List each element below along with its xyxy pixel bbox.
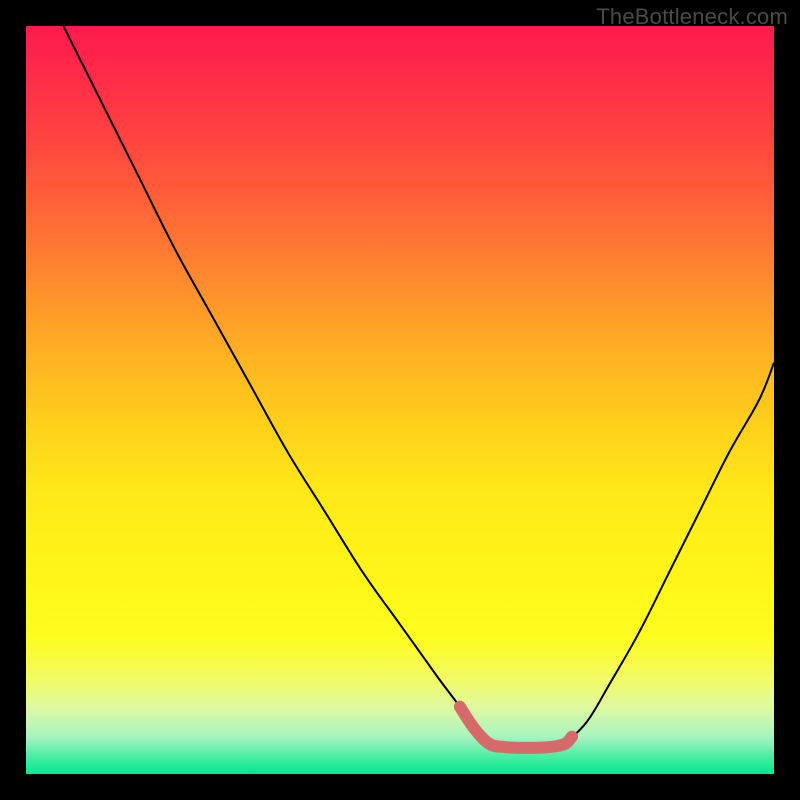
plot-area: [26, 26, 774, 774]
highlight-band-path: [460, 707, 572, 748]
marker-layer: [26, 26, 774, 774]
watermark-text: TheBottleneck.com: [596, 4, 788, 30]
chart-frame: TheBottleneck.com: [0, 0, 800, 800]
